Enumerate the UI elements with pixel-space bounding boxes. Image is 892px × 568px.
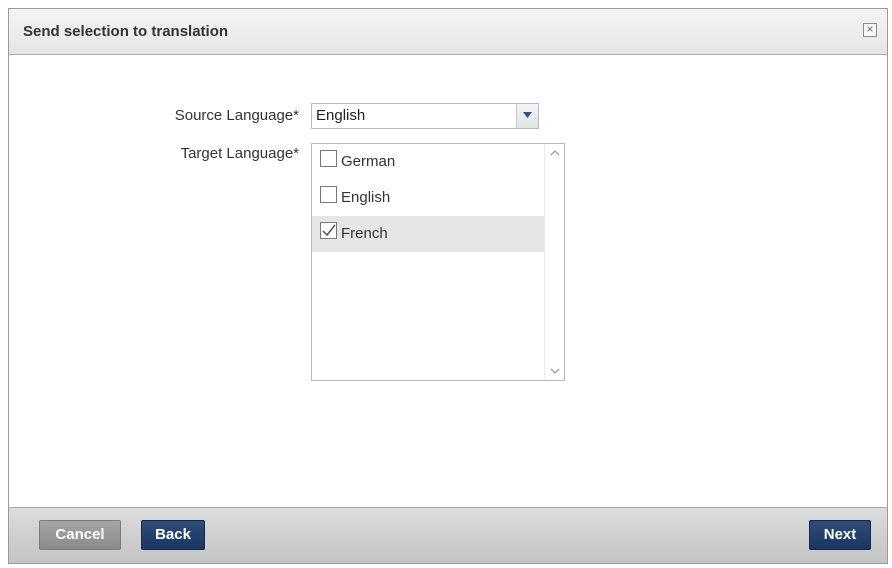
source-language-label: Source Language* [174,107,299,124]
dialog-body: Source Language* English Target Language… [9,55,887,509]
chevron-down-icon[interactable] [549,366,561,376]
target-language-items: German English French [312,144,544,252]
list-scrollbar[interactable] [544,144,564,380]
source-language-value: English [316,107,366,124]
dialog-title: Send selection to translation [23,23,229,40]
list-item-german[interactable]: German [312,144,544,180]
dialog-titlebar: Send selection to translation × [9,9,887,55]
list-item-english[interactable]: English [312,180,544,216]
target-language-list[interactable]: German English French [311,143,565,381]
source-language-select[interactable]: English [311,103,539,129]
cancel-button[interactable]: Cancel [39,520,121,550]
list-item-french[interactable]: French [312,216,544,252]
english-checkbox[interactable] [320,186,337,203]
list-item-label: French [341,225,388,242]
french-checkbox[interactable] [320,222,337,239]
back-button[interactable]: Back [141,520,205,550]
list-item-label: German [341,153,396,170]
chevron-down-icon [523,112,532,118]
german-checkbox[interactable] [320,150,337,167]
list-item-label: English [341,189,391,206]
chevron-up-icon[interactable] [549,148,561,158]
close-icon[interactable]: × [863,23,877,37]
checkmark-icon [322,224,336,237]
dialog-footer: Cancel Back Next [9,507,887,563]
next-button[interactable]: Next [809,520,871,550]
target-language-label: Target Language* [180,145,299,162]
translation-dialog: Send selection to translation × Source L… [8,8,888,564]
dropdown-button[interactable] [516,104,538,128]
